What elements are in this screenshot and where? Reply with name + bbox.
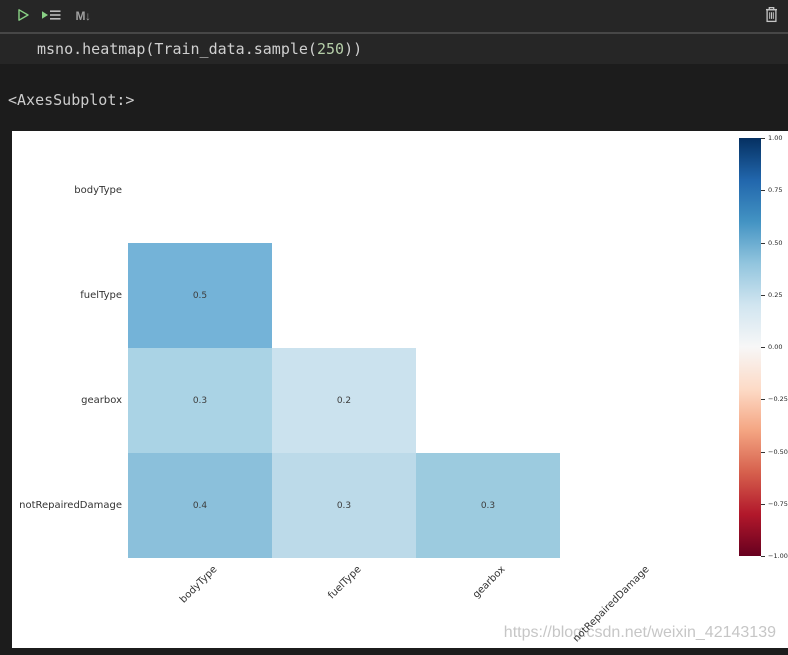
- col-label: bodyType: [178, 564, 220, 606]
- colorbar-tick-label: −0.75: [768, 500, 788, 508]
- heatmap-cell: 0.3: [272, 453, 416, 558]
- row-label: gearbox: [12, 348, 122, 453]
- colorbar-tick-mark: [761, 504, 765, 505]
- colorbar-tick-label: −0.25: [768, 395, 788, 403]
- colorbar-tick-mark: [761, 243, 765, 244]
- colorbar-tick-label: 1.00: [768, 134, 782, 142]
- heatmap-cell: 0.3: [416, 453, 560, 558]
- heatmap-cell: 0.5: [128, 243, 272, 348]
- colorbar-tick-label: 0.50: [768, 239, 782, 247]
- colorbar: [739, 138, 761, 556]
- colorbar-tick-label: 0.75: [768, 186, 782, 194]
- code-cell-input[interactable]: msno.heatmap(Train_data.sample(250)): [0, 34, 788, 64]
- col-label: fuelType: [326, 564, 363, 601]
- colorbar-tick-mark: [761, 556, 765, 557]
- colorbar-tick-mark: [761, 399, 765, 400]
- colorbar-tick-mark: [761, 138, 765, 139]
- play-icon: [15, 7, 31, 26]
- cell-toolbar: M↓: [0, 0, 788, 32]
- heatmap-cell: 0.4: [128, 453, 272, 558]
- code-prefix: msno.heatmap(Train_data.sample(: [37, 40, 317, 58]
- run-below-icon: [41, 8, 62, 25]
- col-label: gearbox: [471, 564, 508, 601]
- markdown-icon: M↓: [76, 9, 91, 23]
- row-label: fuelType: [12, 243, 122, 348]
- heatmap-cell: 0.3: [128, 348, 272, 453]
- watermark-text: https://blog.csdn.net/weixin_42143139: [504, 624, 776, 642]
- colorbar-tick-mark: [761, 295, 765, 296]
- trash-icon: [764, 6, 779, 26]
- row-label: bodyType: [12, 138, 122, 243]
- colorbar-tick-label: 0.25: [768, 291, 782, 299]
- run-cell-button[interactable]: [12, 4, 34, 28]
- markdown-toggle-button[interactable]: M↓: [70, 4, 96, 28]
- colorbar-tick-label: −0.50: [768, 448, 788, 456]
- code-line: msno.heatmap(Train_data.sample(250)): [37, 40, 362, 58]
- row-label: notRepairedDamage: [12, 453, 122, 558]
- run-below-button[interactable]: [38, 4, 64, 28]
- colorbar-tick-mark: [761, 452, 765, 453]
- colorbar-tick-mark: [761, 190, 765, 191]
- colorbar-tick-label: −1.00: [768, 552, 788, 560]
- code-number-literal: 250: [317, 40, 344, 58]
- heatmap-figure: https://blog.csdn.net/weixin_42143139 bo…: [12, 131, 788, 648]
- colorbar-tick-label: 0.00: [768, 343, 782, 351]
- output-repr-text: <AxesSubplot:>: [8, 91, 134, 109]
- heatmap-cell: 0.2: [272, 348, 416, 453]
- delete-cell-button[interactable]: [760, 4, 782, 28]
- colorbar-tick-mark: [761, 347, 765, 348]
- code-suffix: )): [344, 40, 362, 58]
